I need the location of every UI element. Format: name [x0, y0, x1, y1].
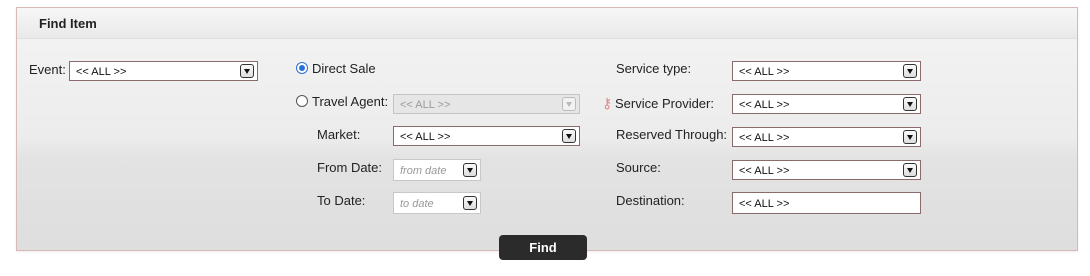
to-date-placeholder: to date — [400, 198, 434, 210]
chevron-down-icon[interactable] — [240, 64, 254, 78]
service-type-select[interactable]: << ALL >> — [732, 61, 921, 81]
source-select[interactable]: << ALL >> — [732, 160, 921, 180]
chevron-down-icon[interactable] — [463, 196, 477, 210]
market-label: Market: — [317, 127, 361, 142]
to-date-label: To Date: — [317, 193, 366, 208]
service-provider-select[interactable]: << ALL >> — [732, 94, 921, 114]
travel-agent-select: << ALL >> — [393, 94, 580, 114]
find-button[interactable]: Find — [499, 235, 587, 260]
market-select[interactable]: << ALL >> — [393, 126, 580, 146]
reserved-through-select[interactable]: << ALL >> — [732, 127, 921, 147]
service-type-select-value: << ALL >> — [739, 66, 790, 78]
destination-input-value: << ALL >> — [739, 198, 790, 210]
service-provider-label: Service Provider: — [615, 96, 714, 111]
direct-sale-radio[interactable] — [296, 62, 308, 74]
from-date-label: From Date: — [317, 160, 383, 175]
travel-agent-label[interactable]: Travel Agent: — [312, 94, 388, 109]
chevron-down-icon[interactable] — [463, 163, 477, 177]
chevron-down-icon[interactable] — [903, 163, 917, 177]
event-label: Event: — [29, 62, 66, 77]
to-date-input[interactable]: to date — [393, 192, 481, 214]
service-type-label: Service type: — [616, 61, 692, 76]
destination-input[interactable]: << ALL >> — [732, 192, 921, 214]
market-select-value: << ALL >> — [400, 131, 451, 143]
travel-agent-radio[interactable] — [296, 95, 308, 107]
chevron-down-icon[interactable] — [903, 97, 917, 111]
chevron-down-icon[interactable] — [903, 130, 917, 144]
direct-sale-label[interactable]: Direct Sale — [312, 61, 376, 76]
source-label: Source: — [616, 160, 661, 175]
find-item-panel: Find Item Event: << ALL >> Direct Sale T… — [16, 7, 1078, 251]
travel-agent-select-value: << ALL >> — [400, 99, 451, 111]
source-select-value: << ALL >> — [739, 165, 790, 177]
destination-label: Destination: — [616, 193, 685, 208]
event-select[interactable]: << ALL >> — [69, 61, 258, 81]
chevron-down-icon — [562, 97, 576, 111]
reserved-through-select-value: << ALL >> — [739, 132, 790, 144]
panel-header: Find Item — [17, 8, 1077, 39]
event-select-value: << ALL >> — [76, 66, 127, 78]
reserved-through-label: Reserved Through: — [616, 127, 728, 142]
from-date-input[interactable]: from date — [393, 159, 481, 181]
help-key-icon[interactable]: ⚷ — [602, 96, 612, 110]
chevron-down-icon[interactable] — [903, 64, 917, 78]
chevron-down-icon[interactable] — [562, 129, 576, 143]
from-date-placeholder: from date — [400, 165, 447, 177]
service-provider-select-value: << ALL >> — [739, 99, 790, 111]
panel-title: Find Item — [39, 16, 97, 31]
